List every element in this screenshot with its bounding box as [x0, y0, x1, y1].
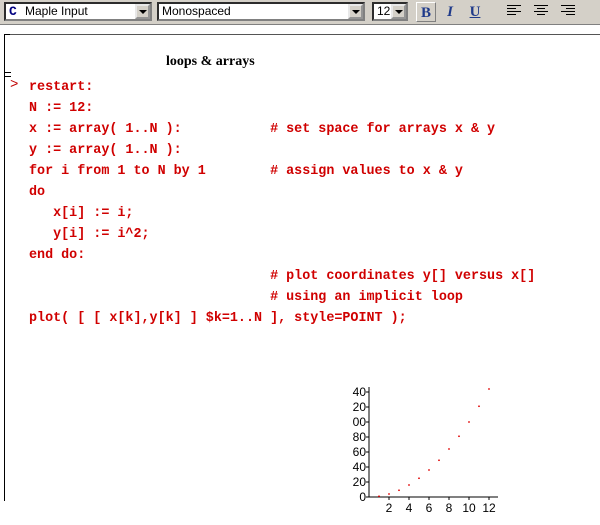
input-mode-value: Maple Input	[25, 4, 88, 18]
align-right-icon[interactable]	[559, 4, 575, 18]
input-mode-dropdown[interactable]: C Maple Input	[4, 2, 152, 21]
chevron-down-icon[interactable]	[135, 4, 150, 19]
y-tick-label: 20	[353, 400, 367, 414]
align-left-icon[interactable]	[507, 4, 523, 18]
worksheet[interactable]: loops & arrays > restart: N := 12: x := ar…	[0, 25, 600, 515]
maple-mode-icon: C	[9, 4, 17, 19]
data-point	[458, 435, 460, 438]
y-tick-label: 00	[353, 415, 367, 429]
font-family-value: Monospaced	[162, 4, 231, 18]
code-line[interactable]: do	[29, 182, 535, 203]
plot-canvas: 2 4 6 8 10 12020406080002040	[353, 385, 498, 515]
code-line[interactable]: for i from 1 to N by 1 # assign values t…	[29, 161, 535, 182]
chevron-down-icon[interactable]	[391, 4, 406, 19]
maple-input-region[interactable]: restart: N := 12: x := array( 1..N ): # se…	[29, 77, 535, 329]
scatter-plot[interactable]: 2 4 6 8 10 12 0 20 40 60 80 00 20 40	[340, 365, 500, 525]
input-prompt[interactable]: >	[10, 77, 18, 93]
data-point	[398, 489, 400, 492]
data-point	[418, 477, 420, 480]
x-tick-label: 2	[386, 501, 393, 515]
bracket-tick	[4, 72, 11, 73]
code-line[interactable]: # plot coordinates y[] versus x[]	[29, 266, 535, 287]
chevron-down-icon[interactable]	[348, 4, 363, 19]
font-size-value: 12	[377, 4, 391, 18]
data-point	[488, 388, 490, 390]
code-line[interactable]: plot( [ [ x[k],y[k] ] $k=1..N ], style=P…	[29, 308, 535, 329]
y-tick-label: 40	[353, 385, 367, 399]
data-point	[388, 493, 390, 495]
execution-group-bracket[interactable]	[4, 34, 10, 501]
code-line[interactable]: x := array( 1..N ): # set space for arra…	[29, 119, 535, 140]
code-line[interactable]: x[i] := i;	[29, 203, 535, 224]
format-toolbar: C Maple Input Monospaced 12 B I U	[0, 0, 600, 25]
code-line[interactable]: # using an implicit loop	[29, 287, 535, 308]
font-size-dropdown[interactable]: 12	[372, 2, 408, 21]
y-tick-label: 60	[353, 445, 367, 459]
x-tick-label: 4	[406, 501, 413, 515]
x-tick-label: 8	[446, 501, 453, 515]
x-tick-label: 6	[426, 501, 433, 515]
x-tick-label: 10	[462, 501, 476, 515]
section-divider	[4, 34, 600, 35]
font-family-dropdown[interactable]: Monospaced	[157, 2, 365, 21]
align-center-icon[interactable]	[533, 4, 549, 18]
code-line[interactable]: y := array( 1..N ):	[29, 140, 535, 161]
section-title: loops & arrays	[166, 54, 255, 69]
data-point	[428, 469, 430, 471]
data-point	[378, 495, 380, 498]
data-point	[478, 405, 480, 408]
y-tick-label: 20	[353, 475, 367, 489]
underline-button[interactable]: U	[465, 2, 485, 22]
code-line[interactable]: N := 12:	[29, 98, 535, 119]
italic-button[interactable]: I	[440, 2, 460, 22]
data-point	[468, 421, 470, 423]
x-tick-label: 12	[482, 501, 496, 515]
y-tick-label: 0	[359, 490, 366, 504]
data-point	[408, 484, 410, 486]
code-line[interactable]: y[i] := i^2;	[29, 224, 535, 245]
code-line[interactable]: restart:	[29, 77, 535, 98]
code-line[interactable]: end do:	[29, 245, 535, 266]
data-point	[438, 459, 440, 462]
bold-button[interactable]: B	[416, 2, 436, 22]
y-tick-label: 40	[353, 460, 367, 474]
data-point	[448, 448, 450, 450]
y-tick-label: 80	[353, 430, 367, 444]
